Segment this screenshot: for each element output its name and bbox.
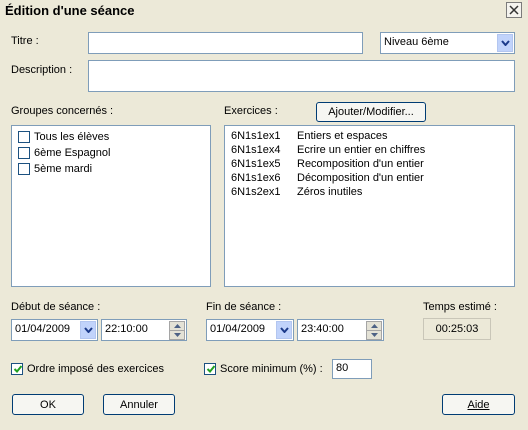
ok-button[interactable]: OK (12, 394, 84, 415)
spin-down-icon (371, 333, 378, 337)
score-minimum-checkbox[interactable] (204, 363, 216, 375)
annuler-button[interactable]: Annuler (103, 394, 175, 415)
exercice-code: 6N1s2ex1 (231, 186, 281, 198)
chevron-down-icon (84, 327, 93, 333)
groupe-item-label: 6ème Espagnol (34, 147, 111, 159)
temps-estime-label: Temps estimé : (423, 301, 497, 313)
annuler-button-label: Annuler (120, 399, 158, 411)
ordre-impose-option[interactable]: Ordre imposé des exercices (11, 362, 191, 377)
debut-date-picker[interactable]: 01/04/2009 (11, 319, 98, 341)
debut-date-value: 01/04/2009 (15, 323, 71, 335)
exercice-title: Entiers et espaces (297, 130, 388, 142)
ok-button-label: OK (40, 399, 56, 411)
exercice-code: 6N1s1ex4 (231, 144, 281, 156)
ordre-impose-label: Ordre imposé des exercices (27, 363, 164, 375)
niveau-select-value: Niveau 6ème (384, 36, 449, 48)
debut-time-spinner[interactable] (169, 321, 185, 340)
exercice-title: Zéros inutiles (297, 186, 363, 198)
ajouter-modifier-label: Ajouter/Modifier... (328, 106, 414, 118)
exercices-label: Exercices : (224, 105, 278, 117)
fin-spin-down[interactable] (366, 330, 382, 340)
chevron-down-icon (280, 327, 289, 333)
debut-date-dropdown-button[interactable] (80, 321, 96, 339)
aide-button-label: Aide (467, 399, 490, 411)
checkmark-icon (13, 365, 23, 373)
exercice-title: Recomposition d'un entier (297, 158, 424, 170)
close-button[interactable] (506, 2, 522, 18)
ajouter-modifier-button[interactable]: Ajouter/Modifier... (316, 102, 426, 122)
score-minimum-label: Score minimum (%) : (220, 363, 323, 375)
debut-time-value: 22:10:00 (105, 323, 148, 335)
groupes-list[interactable]: Tous les élèves 6ème Espagnol 5ème mardi (11, 125, 211, 287)
exercice-title: Décomposition d'un entier (297, 172, 424, 184)
fin-time-value: 23:40:00 (301, 323, 344, 335)
debut-spin-down[interactable] (169, 330, 185, 340)
groupe-checkbox[interactable] (18, 163, 30, 175)
groupe-item-label: 5ème mardi (34, 163, 93, 175)
titre-input[interactable] (88, 32, 363, 54)
score-minimum-option[interactable]: Score minimum (%) : (204, 362, 334, 377)
fin-time-field[interactable]: 23:40:00 (297, 319, 384, 341)
ordre-impose-checkbox[interactable] (11, 363, 23, 375)
spin-down-icon (174, 333, 181, 337)
chevron-down-icon (501, 40, 510, 46)
groupes-label: Groupes concernés : (11, 105, 114, 117)
dialog-window: Édition d'une séance Titre : Niveau 6ème… (0, 0, 528, 430)
description-input[interactable] (88, 60, 515, 92)
close-icon (509, 5, 519, 15)
score-minimum-input[interactable]: 80 (332, 359, 372, 379)
score-minimum-value: 80 (336, 362, 349, 374)
titre-label: Titre : (11, 35, 39, 47)
debut-time-field[interactable]: 22:10:00 (101, 319, 187, 341)
groupe-item-label: Tous les élèves (34, 131, 110, 143)
fin-time-spinner[interactable] (366, 321, 382, 340)
fin-date-value: 01/04/2009 (210, 323, 266, 335)
window-title: Édition d'une séance (5, 3, 135, 18)
exercice-code: 6N1s1ex5 (231, 158, 281, 170)
exercice-code: 6N1s1ex1 (231, 130, 281, 142)
groupe-checkbox[interactable] (18, 147, 30, 159)
exercice-code: 6N1s1ex6 (231, 172, 281, 184)
spin-up-icon (174, 324, 181, 328)
fin-label: Fin de séance : (206, 301, 282, 313)
exercice-title: Ecrire un entier en chiffres (297, 144, 426, 156)
niveau-select[interactable]: Niveau 6ème (380, 32, 515, 54)
niveau-dropdown-button[interactable] (497, 34, 513, 52)
title-bar: Édition d'une séance (0, 0, 528, 22)
temps-estime-value: 00:25:03 (435, 323, 479, 335)
spin-up-icon (371, 324, 378, 328)
temps-estime-value-box: 00:25:03 (423, 318, 491, 340)
debut-label: Début de séance : (11, 301, 101, 313)
checkmark-icon (206, 365, 216, 373)
groupe-checkbox[interactable] (18, 131, 30, 143)
fin-date-picker[interactable]: 01/04/2009 (206, 319, 294, 341)
exercices-list[interactable]: 6N1s1ex1 Entiers et espaces 6N1s1ex4 Ecr… (224, 125, 515, 287)
aide-button[interactable]: Aide (442, 394, 515, 415)
fin-date-dropdown-button[interactable] (276, 321, 292, 339)
description-label: Description : (11, 64, 73, 76)
